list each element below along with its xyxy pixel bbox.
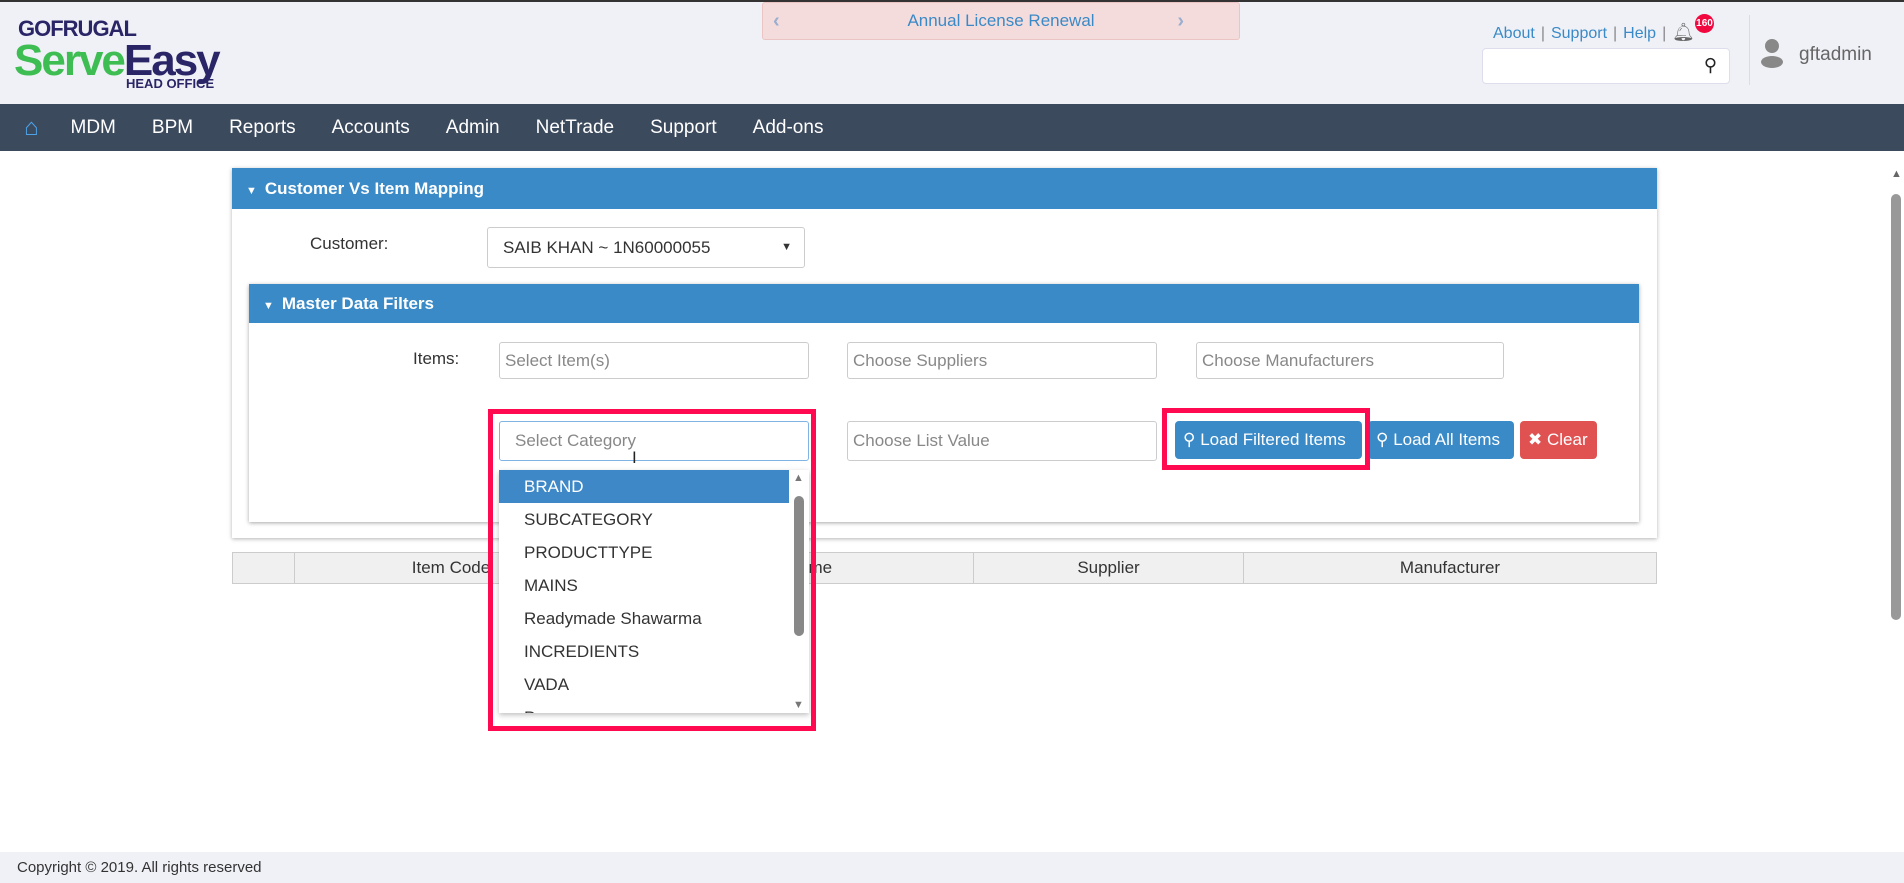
suppliers-input[interactable]: Choose Suppliers <box>847 342 1157 379</box>
search-icon: ⚲ <box>1376 430 1389 449</box>
master-data-filters-panel: ▼ Master Data Filters <box>249 284 1639 522</box>
nav-accounts[interactable]: Accounts <box>332 117 410 139</box>
highlight-box-category <box>488 409 816 731</box>
list-value-input[interactable]: Choose List Value <box>847 421 1157 461</box>
customer-select[interactable]: SAIB KHAN ~ 1N60000055 ▼ <box>487 227 805 268</box>
divider <box>1749 15 1750 85</box>
help-link[interactable]: Help <box>1623 25 1656 43</box>
search-input[interactable]: ⚲ <box>1482 48 1730 84</box>
clear-button[interactable]: ✖ Clear <box>1520 421 1597 459</box>
home-icon[interactable]: ⌂ <box>24 114 39 142</box>
banner-text[interactable]: Annual License Renewal <box>907 11 1094 30</box>
search-icon[interactable]: ⚲ <box>1704 55 1717 76</box>
nav-addons[interactable]: Add-ons <box>753 117 824 139</box>
items-table-header: Item Code Item Name Supplier Manufacture… <box>232 552 1657 584</box>
page-scrollbar[interactable]: ▲ <box>1888 168 1904 852</box>
bell-icon[interactable]: 🔔︎ <box>1672 22 1695 43</box>
col-select <box>233 553 295 583</box>
nav-reports[interactable]: Reports <box>229 117 296 139</box>
nav-mdm[interactable]: MDM <box>71 117 116 139</box>
notification-badge[interactable]: 160 <box>1695 14 1714 33</box>
footer: Copyright © 2019. All rights reserved <box>0 852 1904 883</box>
col-supplier[interactable]: Supplier <box>974 553 1244 583</box>
license-banner[interactable]: ‹ Annual License Renewal › <box>762 2 1240 40</box>
highlight-box-load-filtered <box>1162 408 1370 470</box>
nav-bpm[interactable]: BPM <box>152 117 193 139</box>
text-cursor-icon: I <box>632 448 637 467</box>
main-nav: ⌂ MDM BPM Reports Accounts Admin NetTrad… <box>0 104 1904 151</box>
items-input[interactable]: Select Item(s) <box>499 342 809 379</box>
top-links: About | Support | Help | <box>1493 25 1667 43</box>
panel-header[interactable]: ▼ Customer Vs Item Mapping <box>232 168 1657 209</box>
chevron-right-icon[interactable]: › <box>1177 3 1184 39</box>
about-link[interactable]: About <box>1493 25 1535 43</box>
col-manufacturer[interactable]: Manufacturer <box>1244 553 1656 583</box>
clear-icon: ✖ <box>1528 430 1543 449</box>
caret-down-icon: ▼ <box>781 241 792 253</box>
load-all-items-button[interactable]: ⚲ Load All Items <box>1368 421 1514 459</box>
logo-sub: HEAD OFFICE <box>126 76 215 91</box>
manufacturers-input[interactable]: Choose Manufacturers <box>1196 342 1504 379</box>
nav-nettrade[interactable]: NetTrade <box>536 117 615 139</box>
items-label: Items: <box>413 349 460 368</box>
chevron-left-icon[interactable]: ‹ <box>773 3 780 39</box>
filters-header[interactable]: ▼ Master Data Filters <box>249 284 1639 323</box>
user-icon[interactable] <box>1760 38 1784 68</box>
support-link[interactable]: Support <box>1551 25 1607 43</box>
nav-support[interactable]: Support <box>650 117 717 139</box>
customer-label: Customer: <box>310 234 389 253</box>
username[interactable]: gftadmin <box>1799 44 1872 66</box>
nav-admin[interactable]: Admin <box>446 117 500 139</box>
